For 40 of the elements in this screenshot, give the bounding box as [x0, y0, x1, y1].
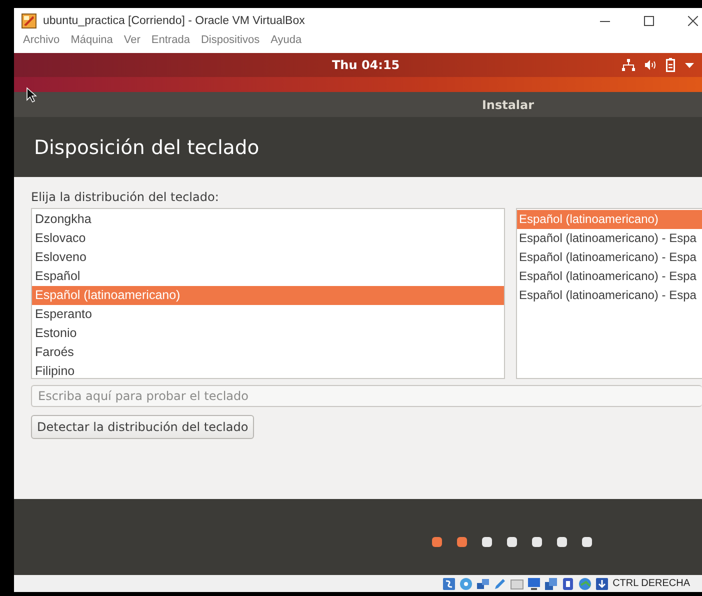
list-item[interactable]: Dzongkha: [32, 210, 504, 229]
list-item[interactable]: Faroés: [32, 343, 504, 362]
prompt-label: Elija la distribución del teclado:: [31, 190, 220, 204]
list-item[interactable]: Español: [32, 267, 504, 286]
battery-icon[interactable]: [666, 58, 675, 72]
network-icon[interactable]: [476, 576, 490, 590]
test-field[interactable]: Escriba aquí para probar el teclado: [31, 385, 702, 407]
menu-item[interactable]: Máquina: [70, 34, 113, 46]
detect-button[interactable]: Detectar la distribución del teclado: [31, 415, 254, 439]
list-item[interactable]: Español (latinoamericano) - Espa: [517, 267, 702, 286]
list-item[interactable]: Eslovaco: [32, 229, 504, 248]
menu-item[interactable]: Ayuda: [270, 34, 302, 46]
dialog-title: Instalar: [482, 98, 534, 112]
pointer-icon: [26, 87, 37, 103]
maximize-icon[interactable]: [644, 16, 654, 26]
menu-item[interactable]: Archivo: [23, 34, 60, 46]
page-heading: Disposición del teclado: [34, 136, 260, 158]
menu-item[interactable]: Ver: [124, 34, 140, 46]
clock[interactable]: Thu 04:15: [332, 58, 400, 72]
download-icon[interactable]: [594, 576, 609, 590]
windows-icon[interactable]: [544, 576, 558, 590]
globe-icon[interactable]: [578, 576, 592, 590]
volume-icon[interactable]: [645, 60, 656, 70]
list-item[interactable]: Español (latinoamericano) - Espa: [517, 248, 702, 267]
app-icon: [21, 13, 37, 29]
host-key-label: CTRL DERECHA: [612, 578, 690, 589]
list-item[interactable]: Esloveno: [32, 248, 504, 267]
network-icon[interactable]: [622, 59, 635, 71]
list-item[interactable]: Estonio: [32, 324, 504, 343]
window-title: ubuntu_practica [Corriendo] - Oracle VM VirtualBox: [43, 15, 305, 27]
list-item[interactable]: Filipino: [32, 362, 504, 378]
list-item[interactable]: Esperanto: [32, 305, 504, 324]
menu-item[interactable]: Dispositivos: [200, 34, 260, 46]
close-icon[interactable]: [688, 16, 698, 26]
caret-icon[interactable]: [685, 62, 694, 68]
list-item[interactable]: Español (latinoamericano) - Espa: [517, 229, 702, 248]
optical-disc-icon[interactable]: [458, 576, 473, 590]
list-item[interactable]: Español (latinoamericano) - Espa: [517, 286, 702, 305]
monitor-icon[interactable]: [526, 576, 541, 590]
menu-item[interactable]: Entrada: [151, 34, 190, 46]
